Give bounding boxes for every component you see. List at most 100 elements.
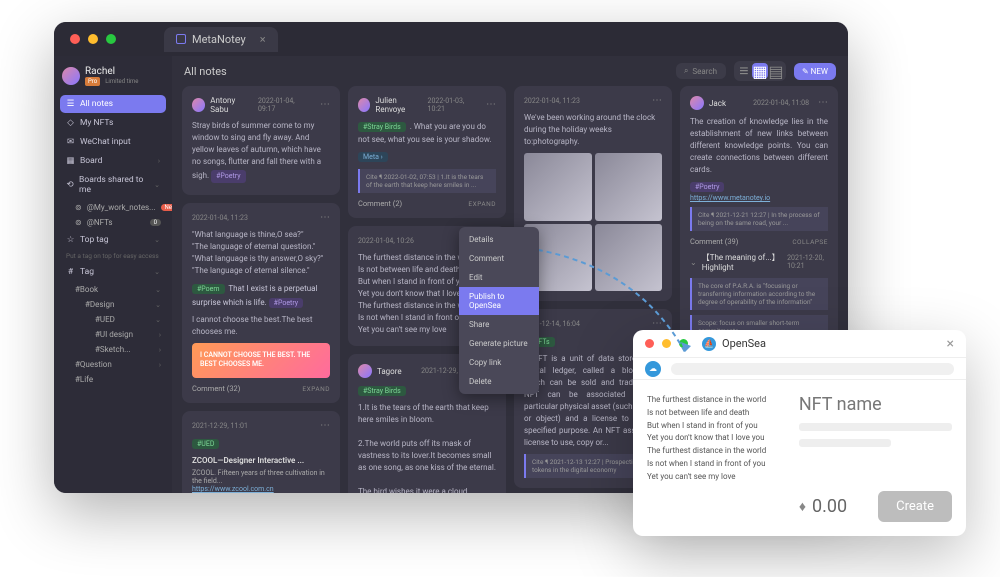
ctx-comment[interactable]: Comment [459, 249, 539, 268]
external-link[interactable]: https://www.metanotey.io [690, 194, 828, 202]
avatar [62, 67, 80, 85]
nav-wechat[interactable]: ✉WeChat input [60, 133, 166, 151]
app-icon [176, 34, 186, 44]
modal-title: OpenSea [722, 337, 941, 350]
more-icon[interactable]: ⋯ [486, 100, 496, 110]
tag-life[interactable]: #Life [70, 372, 166, 387]
search-input[interactable]: ⌕Search [676, 63, 726, 79]
comments-link[interactable]: Comment (39) [690, 237, 738, 246]
skeleton-line [799, 439, 891, 447]
more-icon[interactable]: ⋯ [320, 421, 330, 431]
tag-chip[interactable]: #Stray Birds [358, 386, 406, 396]
cite-block: Cite ¶ 2022-01-02, 07:53 | 1.It is the t… [358, 169, 496, 193]
nav-board[interactable]: ▦Board› [60, 152, 166, 170]
tag-chip[interactable]: #Poetry [211, 170, 245, 183]
tag-sketch[interactable]: #Sketch...› [90, 342, 166, 357]
pro-badge: Pro [85, 77, 100, 86]
tag-book[interactable]: #Book⌄ [70, 282, 166, 297]
chevron-down-icon: ⌄ [154, 268, 160, 276]
ctx-edit[interactable]: Edit [459, 268, 539, 287]
ctx-share[interactable]: Share [459, 315, 539, 334]
top-tag-hint: Put a tag on top for easy access [60, 250, 166, 262]
minimize-window-icon[interactable] [662, 339, 671, 348]
topbar: All notes ⌕Search ≡ ▦ ▤ ✎NEW [172, 56, 848, 86]
photo-thumb[interactable] [595, 153, 663, 221]
note-card[interactable]: Jack2022-01-04, 11:08⋯ The creation of k… [680, 86, 838, 349]
nav-boards-shared[interactable]: ⟲Boards shared to me⌄ [60, 171, 166, 199]
maximize-window-icon[interactable] [106, 34, 116, 44]
tag-question[interactable]: #Question› [70, 357, 166, 372]
titlebar: MetaNotey × [54, 22, 848, 56]
tag-chip[interactable]: #Poetry [269, 298, 303, 308]
more-icon[interactable]: ⋯ [652, 96, 662, 106]
grid-view-button[interactable]: ▦ [752, 63, 768, 79]
notes-icon: ☰ [66, 100, 75, 109]
window-controls [70, 34, 116, 44]
nav-all-notes[interactable]: ☰All notes [60, 95, 166, 113]
more-icon[interactable]: ⋯ [652, 319, 662, 329]
meta-chip[interactable]: Meta › [358, 152, 388, 162]
tag-ued[interactable]: #UED⌄ [90, 312, 166, 327]
external-link[interactable]: https://www.zcool.com.cn [192, 485, 330, 493]
tab-close-icon[interactable]: × [260, 33, 266, 46]
tag-chip[interactable]: #Poetry [690, 182, 724, 192]
collapse-button[interactable]: COLLAPSE [792, 238, 828, 246]
ctx-delete[interactable]: Delete [459, 372, 539, 391]
photo-thumb[interactable] [595, 224, 663, 292]
note-card[interactable]: Antony Sabu2022-01-04, 09:17⋯ Stray bird… [182, 86, 340, 195]
note-text: "What language is thine,O sea?""The lang… [192, 229, 330, 277]
account-icon[interactable]: ☁ [645, 361, 661, 377]
opensea-icon: ⛵ [702, 337, 716, 351]
shared-item-work[interactable]: ⊚@My_work_notes...New [70, 200, 166, 215]
tag-chip[interactable]: #UED [192, 439, 219, 449]
url-bar[interactable] [671, 363, 954, 375]
comments-link[interactable]: Comment (2) [358, 199, 402, 208]
browser-tab[interactable]: MetaNotey × [164, 27, 278, 52]
more-icon[interactable]: ⋯ [818, 98, 828, 108]
profile-name: Rachel [85, 66, 138, 77]
ctx-copy-link[interactable]: Copy link [459, 353, 539, 372]
skeleton-line [799, 423, 952, 431]
chevron-down-icon[interactable]: ⌄ [690, 258, 697, 267]
highlight-block: I CANNOT CHOOSE THE BEST. THE BEST CHOOS… [192, 343, 330, 379]
comments-link[interactable]: Comment (32) [192, 384, 240, 393]
more-icon[interactable]: ⋯ [320, 100, 330, 110]
tag-uidesign[interactable]: #UI design› [90, 327, 166, 342]
list-view-button[interactable]: ≡ [736, 63, 752, 79]
maximize-window-icon[interactable] [679, 339, 688, 348]
create-button[interactable]: Create [878, 491, 952, 522]
tag-chip[interactable]: #Stray Birds [358, 122, 406, 132]
close-icon[interactable]: × [947, 336, 954, 352]
wechat-icon: ✉ [66, 138, 75, 147]
nav-my-nfts[interactable]: ◇My NFTs [60, 114, 166, 132]
profile-meta: Limited time [105, 78, 138, 85]
new-note-button[interactable]: ✎NEW [794, 63, 836, 80]
shared-item-nfts[interactable]: ⊚@NFTs0 [70, 215, 166, 230]
plus-icon: ✎ [802, 67, 809, 76]
tag-design[interactable]: #Design⌄ [80, 297, 166, 312]
more-icon[interactable]: ⋯ [320, 213, 330, 223]
expand-button[interactable]: EXPAND [468, 200, 496, 208]
note-card[interactable]: 2022-01-04, 11:23⋯ "What language is thi… [182, 203, 340, 404]
ctx-publish-opensea[interactable]: Publish to OpenSea [459, 287, 539, 315]
close-window-icon[interactable] [645, 339, 654, 348]
chevron-down-icon: ⌄ [154, 236, 160, 244]
note-card[interactable]: 2021-12-29, 11:01⋯ #UED ZCOOL—Designer I… [182, 411, 340, 493]
detail-view-button[interactable]: ▤ [768, 63, 784, 79]
nft-name-label: NFT name [799, 394, 952, 415]
photo-thumb[interactable] [524, 153, 592, 221]
tag-icon: # [66, 268, 75, 277]
expand-button[interactable]: EXPAND [302, 385, 330, 393]
nav-top-tag[interactable]: ☆Top tag⌄ [60, 231, 166, 249]
photo-grid [524, 153, 662, 291]
profile-section[interactable]: Rachel Pro Limited time [60, 62, 166, 94]
view-toggle: ≡ ▦ ▤ [734, 61, 786, 81]
ctx-details[interactable]: Details [459, 230, 539, 249]
nav-tag[interactable]: #Tag⌄ [60, 263, 166, 281]
minimize-window-icon[interactable] [88, 34, 98, 44]
quote-block: The core of P.A.R.A. is "focusing or tra… [690, 278, 828, 310]
close-window-icon[interactable] [70, 34, 80, 44]
ctx-generate-picture[interactable]: Generate picture [459, 334, 539, 353]
tag-chip[interactable]: #Poem [192, 284, 225, 294]
note-card[interactable]: Julien Renvoye2022-01-03, 10:21⋯ #Stray … [348, 86, 506, 218]
